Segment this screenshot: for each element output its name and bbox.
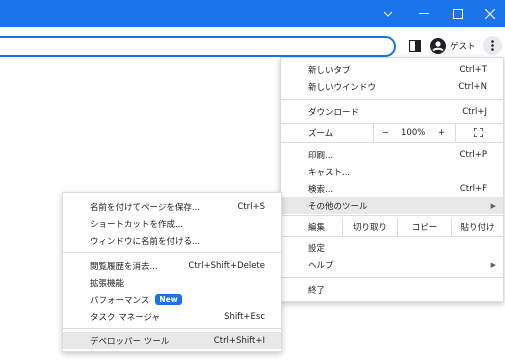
menu-item-help[interactable]: ヘルプ ▶ [281, 256, 503, 273]
menu-item-label: ダウンロード [308, 107, 360, 118]
menu-item-find[interactable]: 検索... Ctrl+F [281, 180, 503, 197]
menu-item-edit: 編集 切り取り コピー 貼り付け [281, 218, 503, 236]
menu-item-new-tab[interactable]: 新しいタブ Ctrl+T [281, 61, 503, 78]
menu-item-shortcut: Ctrl+Shift+Delete [188, 260, 265, 271]
menu-item-label: 終了 [308, 285, 326, 296]
submenu-item-extensions[interactable]: 拡張機能 [63, 274, 281, 291]
menu-item-label: 検索... [308, 184, 334, 195]
menu-item-label: 編集 [308, 223, 326, 233]
menu-item-more-tools[interactable]: その他のツール ▶ [281, 197, 503, 214]
main-menu: 新しいタブ Ctrl+T 新しいウインドウ Ctrl+N ダウンロード Ctrl… [280, 57, 504, 302]
submenu-item-name-window[interactable]: ウィンドウに名前を付ける... [63, 232, 281, 249]
menu-item-shortcut: Ctrl+F [459, 183, 487, 194]
more-menu-icon[interactable] [483, 36, 502, 55]
profile-label[interactable]: ゲスト [450, 40, 476, 52]
side-panel-icon[interactable] [408, 39, 422, 53]
new-badge: New [155, 294, 182, 305]
menu-separator [281, 236, 503, 237]
chevron-down-icon[interactable] [370, 0, 406, 27]
menu-item-shortcut: Ctrl+T [459, 64, 487, 75]
menu-item-exit[interactable]: 終了 [281, 281, 503, 298]
menu-item-label: 名前を付けてページを保存... [90, 202, 200, 213]
menu-item-label: キャスト... [308, 167, 351, 178]
close-icon[interactable] [472, 0, 505, 27]
menu-item-label: 拡張機能 [90, 278, 125, 289]
menu-item-label: 新しいタブ [308, 65, 351, 76]
menu-item-downloads[interactable]: ダウンロード Ctrl+J [281, 103, 503, 120]
menu-divider [373, 124, 374, 142]
menu-item-shortcut: Ctrl+Shift+I [213, 335, 265, 346]
menu-item-label: タスク マネージャ [90, 312, 161, 323]
submenu-item-task-manager[interactable]: タスク マネージャ Shift+Esc [63, 308, 281, 325]
more-tools-submenu: 名前を付けてページを保存... Ctrl+S ショートカットを作成... ウィン… [62, 192, 282, 352]
profile-avatar-icon[interactable] [429, 37, 447, 55]
menu-item-label: 閲覧履歴を消去... [90, 261, 158, 272]
paste-button[interactable]: 貼り付け [452, 218, 503, 235]
menu-separator [63, 328, 281, 329]
menu-separator [281, 277, 503, 278]
zoom-in-button[interactable]: + [438, 128, 445, 138]
menu-item-label: パフォーマンス [90, 295, 150, 306]
menu-item-label: ウィンドウに名前を付ける... [90, 236, 201, 247]
menu-item-settings[interactable]: 設定 [281, 239, 503, 256]
cut-button[interactable]: 切り取り [343, 218, 397, 235]
fullscreen-icon[interactable] [473, 127, 484, 140]
maximize-icon[interactable] [440, 0, 476, 27]
submenu-arrow-icon: ▶ [490, 260, 496, 269]
zoom-value: 100% [401, 128, 426, 138]
menu-separator [281, 99, 503, 100]
menu-item-zoom: ズーム − 100% + [281, 124, 503, 142]
menu-item-label-group: パフォーマンス New [90, 294, 182, 306]
minimize-icon[interactable] [406, 0, 442, 27]
submenu-arrow-icon: ▶ [490, 201, 496, 210]
menu-item-shortcut: Ctrl+N [458, 81, 487, 92]
menu-item-label: 印刷... [308, 150, 334, 161]
menu-item-label: ヘルプ [308, 260, 334, 271]
submenu-item-save-page[interactable]: 名前を付けてページを保存... Ctrl+S [63, 198, 281, 215]
menu-item-print[interactable]: 印刷... Ctrl+P [281, 146, 503, 163]
title-bar [0, 0, 505, 27]
menu-item-shortcut: Shift+Esc [224, 311, 265, 322]
menu-item-label: ショートカットを作成... [90, 219, 184, 230]
zoom-out-button[interactable]: − [382, 128, 389, 138]
submenu-item-create-shortcut[interactable]: ショートカットを作成... [63, 215, 281, 232]
menu-item-label: 新しいウインドウ [308, 82, 377, 93]
menu-item-label: 設定 [308, 243, 326, 254]
menu-item-label: その他のツール [308, 201, 368, 212]
submenu-item-clear-history[interactable]: 閲覧履歴を消去... Ctrl+Shift+Delete [63, 257, 281, 274]
address-bar[interactable] [0, 36, 396, 57]
menu-item-label: デベロッパー ツール [90, 336, 170, 347]
menu-separator [281, 142, 503, 143]
menu-divider [455, 124, 456, 142]
menu-separator [63, 252, 281, 253]
submenu-item-performance[interactable]: パフォーマンス New [63, 291, 281, 308]
menu-item-shortcut: Ctrl+S [237, 201, 265, 212]
menu-item-shortcut: Ctrl+P [459, 149, 487, 160]
menu-separator [281, 215, 503, 216]
submenu-item-developer-tools[interactable]: デベロッパー ツール Ctrl+Shift+I [63, 332, 281, 349]
menu-item-label: ズーム [308, 129, 334, 139]
menu-item-cast[interactable]: キャスト... [281, 163, 503, 180]
copy-button[interactable]: コピー [398, 218, 451, 235]
menu-item-new-window[interactable]: 新しいウインドウ Ctrl+N [281, 78, 503, 95]
menu-item-shortcut: Ctrl+J [462, 106, 487, 117]
